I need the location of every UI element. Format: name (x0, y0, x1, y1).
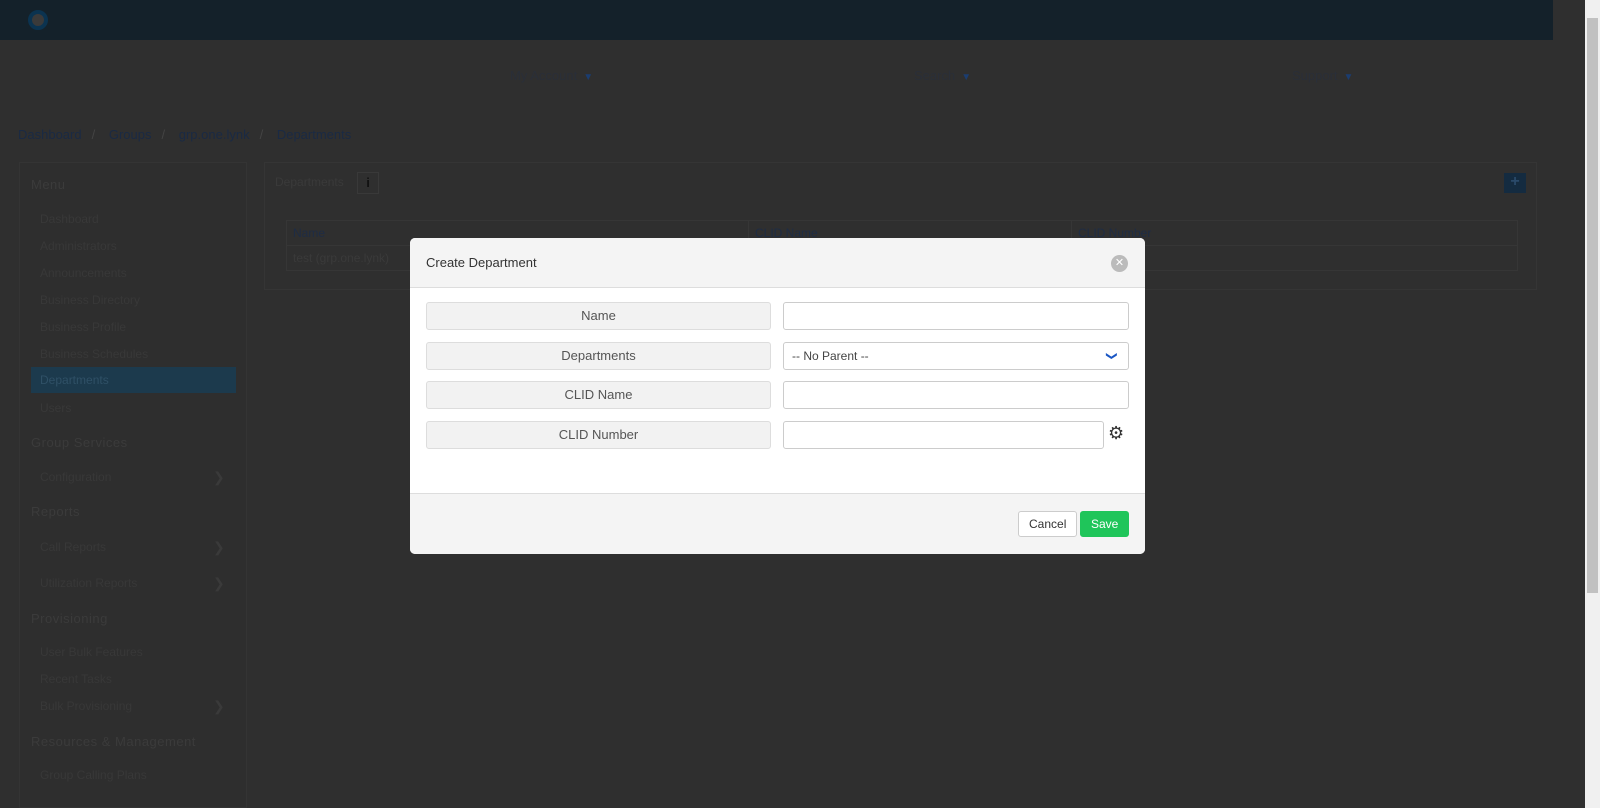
sidebar-section-menu: Menu (31, 177, 66, 192)
sidebar-item-business-profile[interactable]: Business Profile (40, 320, 126, 334)
chevron-down-icon: ❯ (1105, 351, 1118, 361)
breadcrumb: Dashboard / Groups / grp.one.lynk / Departm… (18, 127, 352, 142)
cancel-button[interactable]: Cancel (1018, 511, 1078, 537)
create-department-modal: Create Department ✕ Name Departments -- N… (410, 238, 1145, 554)
gear-icon[interactable]: ⚙ (1108, 423, 1124, 444)
scrollbar-thumb[interactable] (1587, 18, 1598, 593)
modal-footer: Cancel Save (410, 493, 1145, 554)
nav-label: Support (1292, 68, 1338, 83)
chevron-right-icon: ❯ (213, 469, 225, 485)
sidebar-item-group-calling-plans[interactable]: Group Calling Plans (40, 768, 147, 782)
breadcrumb-group[interactable]: grp.one.lynk (179, 127, 250, 142)
sidebar-item-users[interactable]: Users (40, 401, 71, 415)
nav-my-account[interactable]: My Account ▼ (510, 68, 593, 83)
sidebar-item-business-directory[interactable]: Business Directory (40, 293, 140, 307)
sidebar-section-resources: Resources & Management (31, 734, 196, 749)
sidebar-item-departments[interactable]: Departments (31, 367, 236, 393)
sidebar-item-recent-tasks[interactable]: Recent Tasks (40, 672, 112, 686)
nav-label: Search (914, 68, 956, 83)
info-icon[interactable]: i (357, 172, 379, 194)
sidebar-item-business-schedules[interactable]: Business Schedules (40, 347, 148, 361)
sidebar-section-group-services: Group Services (31, 435, 128, 450)
clid-number-input[interactable] (783, 421, 1104, 449)
top-bar (0, 0, 1553, 40)
chevron-down-icon: ▼ (961, 72, 972, 83)
clid-name-input[interactable] (783, 381, 1129, 409)
sidebar-item-administrators[interactable]: Administrators (40, 239, 117, 253)
close-icon[interactable]: ✕ (1111, 255, 1128, 272)
departments-label: Departments (426, 342, 771, 370)
departments-select-value: -- No Parent -- (792, 349, 869, 363)
name-label: Name (426, 302, 771, 330)
chevron-right-icon: ❯ (213, 539, 225, 555)
add-department-button[interactable]: + (1504, 173, 1526, 193)
sidebar-item-call-reports[interactable]: Call Reports (40, 540, 106, 554)
logo[interactable] (28, 10, 48, 30)
nav-search[interactable]: Search ▼ (914, 68, 971, 83)
modal-title: Create Department (410, 238, 1145, 288)
sidebar: Menu Dashboard Administrators Announceme… (19, 162, 247, 808)
chevron-right-icon: ❯ (213, 698, 225, 714)
sidebar-section-reports: Reports (31, 504, 81, 519)
breadcrumb-departments: Departments (276, 127, 352, 142)
breadcrumb-groups[interactable]: Groups (109, 127, 152, 142)
clid-number-label: CLID Number (426, 421, 771, 449)
breadcrumb-dashboard[interactable]: Dashboard (18, 127, 82, 142)
sidebar-section-provisioning: Provisioning (31, 611, 108, 626)
sidebar-item-dashboard[interactable]: Dashboard (40, 212, 99, 226)
sidebar-item-announcements[interactable]: Announcements (40, 266, 127, 280)
departments-select[interactable]: -- No Parent -- ❯ (783, 342, 1129, 370)
chevron-right-icon: ❯ (213, 575, 225, 591)
sidebar-item-utilization-reports[interactable]: Utilization Reports (40, 576, 137, 590)
nav-label: My Account (510, 68, 578, 83)
save-button[interactable]: Save (1080, 511, 1130, 537)
clid-name-label: CLID Name (426, 381, 771, 409)
nav-support[interactable]: Support ▼ (1292, 68, 1353, 83)
name-input[interactable] (783, 302, 1129, 330)
sidebar-item-user-bulk-features[interactable]: User Bulk Features (40, 645, 143, 659)
sidebar-item-configuration[interactable]: Configuration (40, 470, 111, 484)
chevron-down-icon: ▼ (583, 72, 594, 83)
sidebar-item-bulk-provisioning[interactable]: Bulk Provisioning (40, 699, 132, 713)
panel-title: Departments (275, 175, 344, 189)
scrollbar[interactable] (1585, 0, 1600, 808)
chevron-down-icon: ▼ (1343, 72, 1354, 83)
